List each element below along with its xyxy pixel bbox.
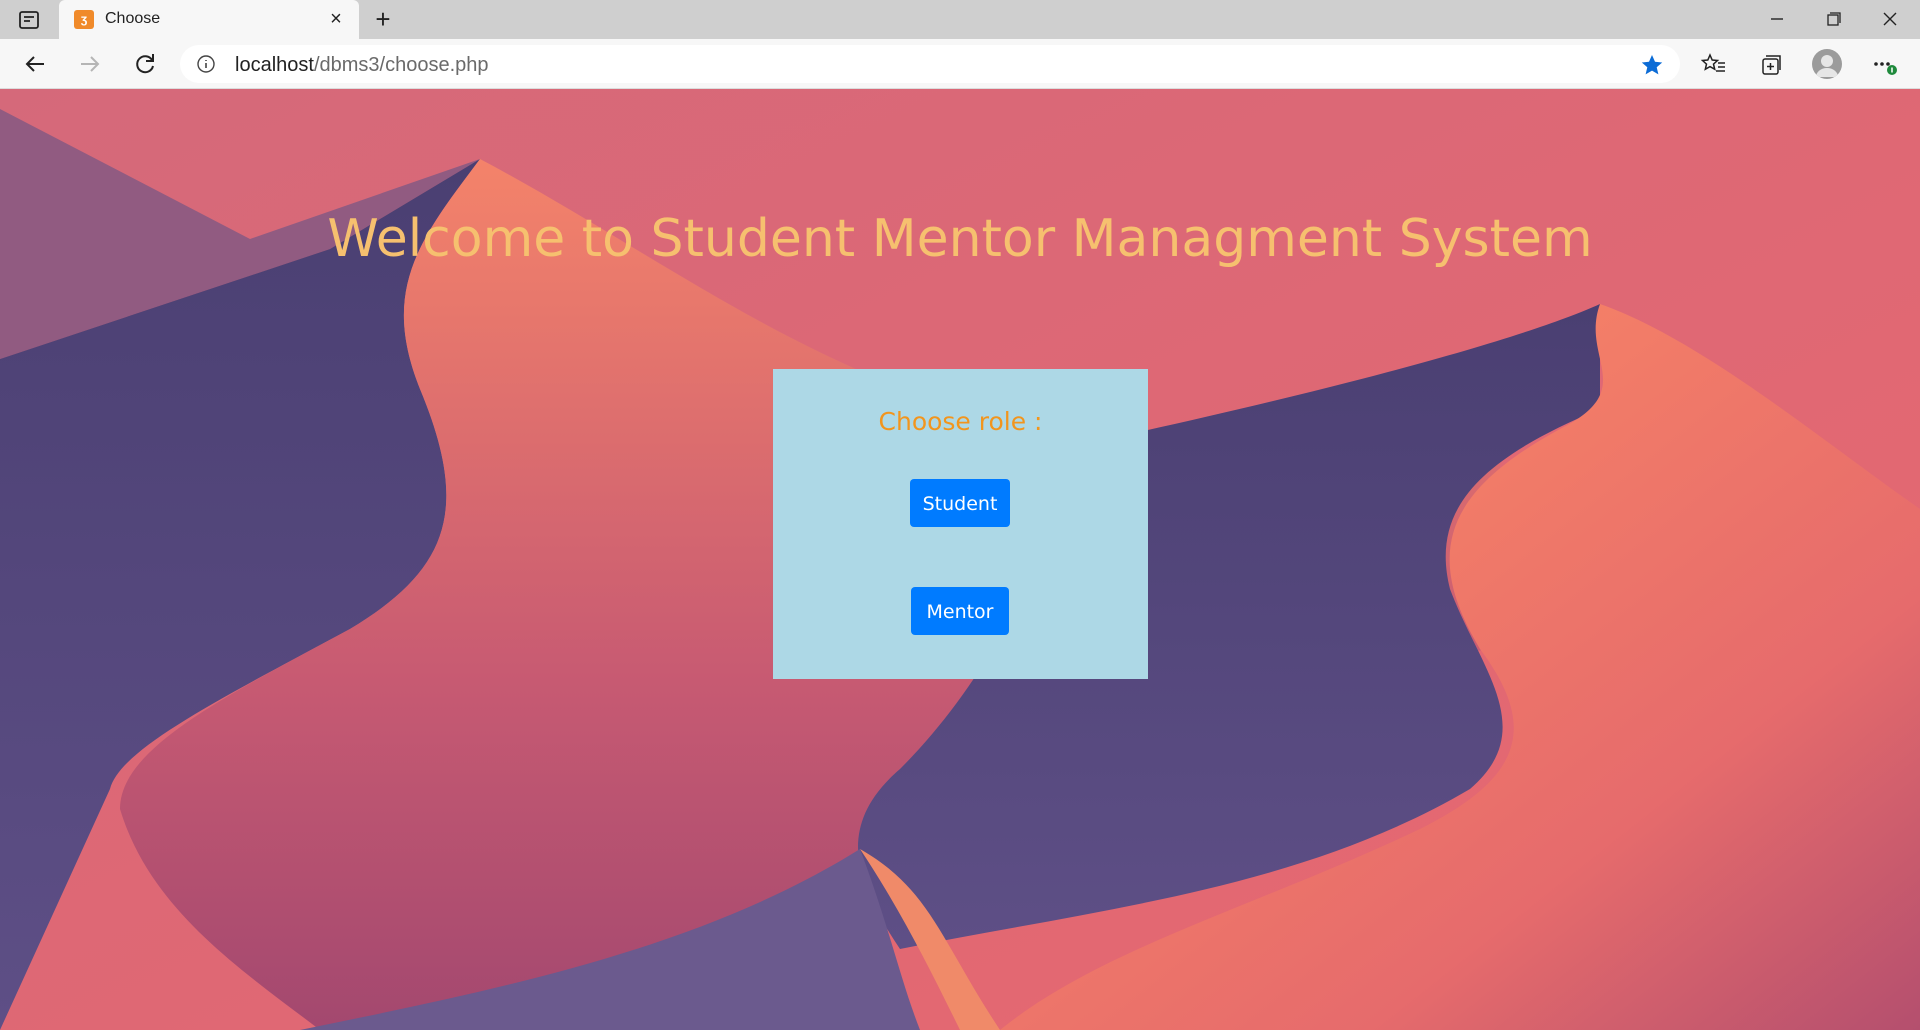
address-bar[interactable]: localhost/dbms3/choose.php: [180, 45, 1680, 83]
star-icon[interactable]: [1640, 53, 1664, 77]
more-icon[interactable]: [1870, 51, 1898, 79]
xampp-favicon: ʒ: [74, 10, 94, 29]
page-title: Welcome to Student Mentor Managment Syst…: [327, 209, 1593, 269]
browser-toolbar: localhost/dbms3/choose.php: [0, 39, 1920, 89]
forward-icon[interactable]: [75, 49, 105, 79]
tab-title: Choose: [105, 10, 161, 27]
active-tab[interactable]: ʒ Choose ×: [59, 0, 359, 39]
reload-icon[interactable]: [130, 49, 160, 79]
back-icon[interactable]: [20, 49, 50, 79]
avatar[interactable]: [1812, 49, 1842, 79]
info-icon[interactable]: [196, 54, 216, 74]
collections-icon[interactable]: [1757, 51, 1785, 79]
url-text: localhost/dbms3/choose.php: [235, 54, 489, 77]
url-host: localhost: [235, 54, 314, 76]
role-panel: Choose role : Student Mentor: [773, 369, 1148, 679]
choose-role-label: Choose role :: [878, 407, 1043, 436]
restore-icon[interactable]: [1816, 6, 1850, 32]
student-button[interactable]: Student: [910, 479, 1010, 527]
page-viewport: Welcome to Student Mentor Managment Syst…: [0, 89, 1920, 1030]
minimize-icon[interactable]: [1760, 6, 1794, 32]
window-close-icon[interactable]: [1873, 6, 1907, 32]
mentor-button[interactable]: Mentor: [911, 587, 1009, 635]
favorites-icon[interactable]: [1700, 51, 1728, 79]
url-path: /dbms3/choose.php: [313, 54, 489, 76]
close-icon[interactable]: ×: [325, 8, 347, 30]
tab-actions-icon[interactable]: [18, 9, 40, 31]
tab-strip: ʒ Choose × +: [0, 0, 1920, 39]
plus-icon[interactable]: +: [370, 6, 396, 33]
